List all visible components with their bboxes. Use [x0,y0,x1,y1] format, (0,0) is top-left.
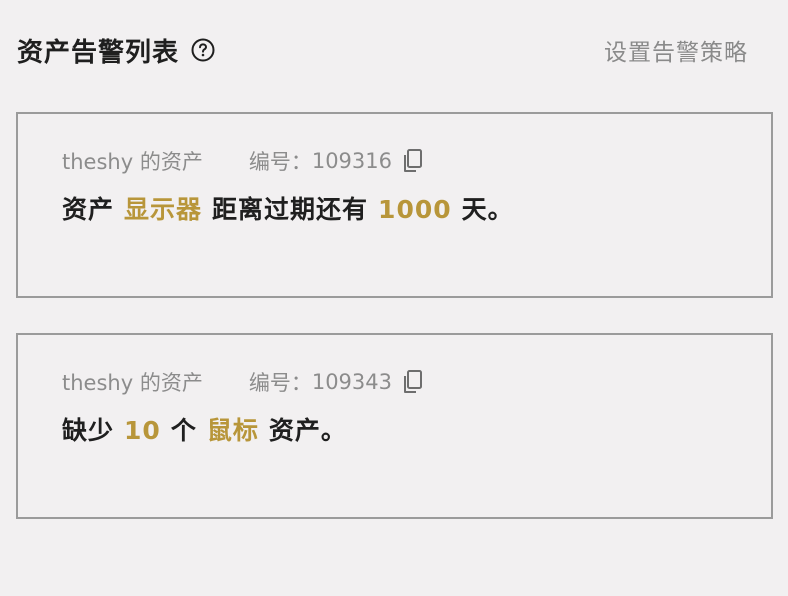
message-text: 缺少 [62,416,115,445]
copy-icon[interactable] [402,148,424,174]
asset-name: 鼠标 [206,416,259,445]
asset-id-value: 109343 [311,370,392,394]
alert-meta: theshy 的资产 编号： 109316 [62,146,424,176]
message-text: 个 [170,416,197,445]
page: 资产告警列表 设置告警策略 theshy 的资产 编号： 109316 资产 显… [0,0,788,596]
asset-name: 显示器 [124,195,203,224]
message-text: 资产。 [268,416,347,445]
asset-id-label: 编号： [248,150,312,174]
title-group: 资产告警列表 [17,32,215,69]
header: 资产告警列表 设置告警策略 [17,30,748,70]
message-text: 资产 [62,195,115,224]
alert-card: theshy 的资产 编号： 109316 资产 显示器 距离过期还有 1000 天。 [16,112,773,298]
question-circle-icon[interactable] [191,38,215,62]
asset-owner: theshy 的资产 [62,371,203,395]
alert-message: 资产 显示器 距离过期还有 1000 天。 [62,190,514,226]
alert-meta: theshy 的资产 编号： 109343 [62,367,424,397]
message-text: 天。 [461,195,514,224]
asset-owner: theshy 的资产 [62,150,203,174]
page-title: 资产告警列表 [17,37,180,68]
alert-card: theshy 的资产 编号： 109343 缺少 10 个鼠标 资产。 [16,333,773,519]
asset-id-value: 109316 [311,149,392,173]
copy-icon[interactable] [402,369,424,395]
asset-id-label: 编号： [248,371,312,395]
days-remaining: 1000 [378,195,452,224]
message-text: 距离过期还有 [212,195,369,224]
set-alert-policy-link[interactable]: 设置告警策略 [604,33,748,67]
alert-message: 缺少 10 个鼠标 资产。 [62,411,347,447]
missing-count: 10 [124,416,161,445]
